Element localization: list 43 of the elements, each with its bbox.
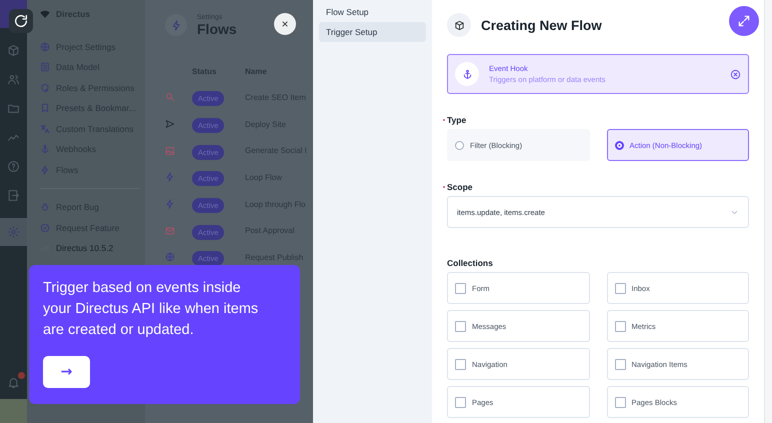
checkbox[interactable] [614, 358, 626, 370]
radio-button[interactable] [614, 140, 624, 150]
help-icon[interactable] [7, 160, 20, 173]
checkbox[interactable] [614, 282, 626, 294]
folder-icon[interactable] [7, 102, 20, 115]
lightning-icon [40, 164, 50, 175]
users-icon[interactable] [7, 73, 20, 86]
anchor-icon [40, 144, 50, 154]
wifi-icon [40, 9, 50, 20]
box-icon[interactable] [7, 44, 20, 57]
list-icon [40, 62, 50, 72]
next-button[interactable]: → [43, 356, 90, 388]
translate-icon [40, 124, 50, 134]
checkbox[interactable] [614, 396, 626, 408]
expand-arrows-icon[interactable] [729, 6, 759, 36]
field-label: Type [447, 115, 466, 125]
cube-icon [454, 20, 464, 30]
check-badge-icon [40, 222, 50, 233]
step-tab[interactable]: Trigger Setup [319, 22, 426, 42]
radio-button[interactable] [455, 140, 464, 150]
step-tab[interactable]: Flow Setup [319, 2, 426, 22]
refresh-icon[interactable] [9, 9, 33, 33]
settings-icon[interactable] [0, 218, 27, 246]
checkbox[interactable] [455, 358, 466, 370]
bookmark-icon [40, 103, 50, 114]
checkbox[interactable] [455, 396, 466, 408]
checkbox[interactable] [614, 320, 626, 332]
bug-icon [40, 202, 50, 212]
exit-icon[interactable] [7, 189, 20, 202]
version-label: Directus 10.5.2 [56, 243, 114, 254]
globe-icon [40, 42, 50, 52]
tooltip-text: Trigger based on events inside your Directus API like when items are created or updated. [43, 279, 260, 340]
field-label: Collections [447, 258, 493, 268]
checkbox[interactable] [455, 320, 466, 332]
scrollbar[interactable] [764, 0, 772, 423]
clear-icon[interactable] [730, 68, 741, 80]
shield-icon [40, 82, 50, 93]
checkbox[interactable] [455, 282, 466, 294]
lightning-icon [170, 20, 182, 30]
field-label: Scope [447, 182, 473, 192]
bell-icon[interactable] [7, 376, 20, 389]
anchor-icon [462, 68, 472, 80]
drawer-title: Creating New Flow [481, 18, 603, 32]
